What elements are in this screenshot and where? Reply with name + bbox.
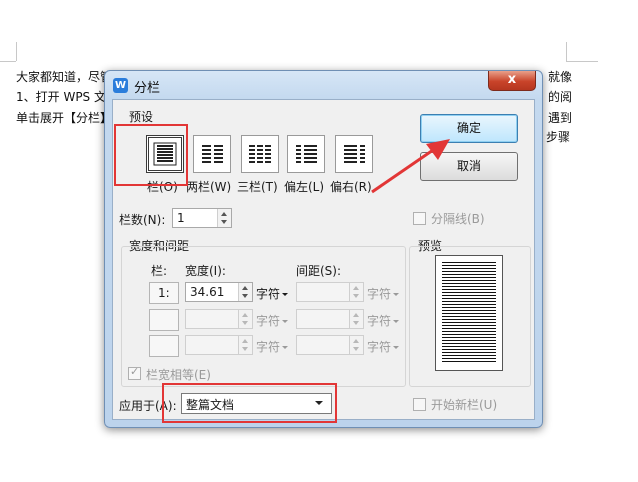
divider-checkbox[interactable] bbox=[413, 212, 426, 225]
width-spin-3[interactable] bbox=[238, 336, 252, 354]
spacing-unit-2: 字符 bbox=[367, 312, 400, 329]
three-columns-icon bbox=[249, 145, 271, 163]
column-number-1: 1: bbox=[149, 282, 179, 304]
columns-count-label: 栏数(N): bbox=[119, 213, 166, 227]
width-spin-2[interactable] bbox=[238, 310, 252, 328]
preset-label-two: 两栏(W) bbox=[186, 180, 232, 194]
doc-right-2: 的阅 bbox=[548, 90, 573, 104]
preset-three-columns[interactable] bbox=[241, 135, 279, 173]
spacing-input-1[interactable] bbox=[296, 282, 364, 302]
width-unit-1[interactable]: 字符 bbox=[256, 285, 289, 302]
column-number-2 bbox=[149, 309, 179, 331]
doc-margin-left bbox=[16, 42, 17, 61]
annotation-box-preset bbox=[114, 124, 188, 186]
width-unit-2: 字符 bbox=[256, 312, 289, 329]
presets-label: 预设 bbox=[129, 110, 154, 124]
preview-page bbox=[435, 255, 503, 371]
width-input-1[interactable]: 34.61 bbox=[185, 282, 253, 302]
col-header: 栏: bbox=[151, 264, 168, 278]
divider-label: 分隔线(B) bbox=[431, 212, 485, 226]
spacing-spin-2[interactable] bbox=[349, 310, 363, 328]
width-input-3[interactable] bbox=[185, 335, 253, 355]
doc-line-2: 1、打开 WPS 文 bbox=[16, 90, 106, 104]
two-columns-icon bbox=[202, 145, 223, 163]
columns-count-value: 1 bbox=[177, 211, 185, 225]
doc-right-1: 就像 bbox=[548, 70, 573, 84]
column-number-3 bbox=[149, 335, 179, 357]
preset-label-three: 三栏(T) bbox=[237, 180, 278, 194]
preset-label-left: 偏左(L) bbox=[284, 180, 325, 194]
width-spin-1[interactable] bbox=[238, 283, 252, 301]
preview-text-lines bbox=[442, 262, 496, 362]
columns-count-spin[interactable] bbox=[217, 209, 231, 227]
dialog-title: 分栏 bbox=[134, 81, 161, 96]
width-header: 宽度(I): bbox=[185, 264, 226, 278]
spacing-spin-3[interactable] bbox=[349, 336, 363, 354]
spacing-header: 间距(S): bbox=[296, 264, 342, 278]
width-unit-3: 字符 bbox=[256, 338, 289, 355]
spacing-spin-1[interactable] bbox=[349, 283, 363, 301]
width-input-2[interactable] bbox=[185, 309, 253, 329]
wps-app-icon: W bbox=[113, 78, 128, 93]
close-button[interactable]: x bbox=[488, 71, 536, 91]
check-mark-icon: ✓ bbox=[130, 365, 140, 378]
annotation-box-apply bbox=[162, 383, 337, 423]
doc-margin-right-h bbox=[566, 61, 598, 62]
spacing-input-3[interactable] bbox=[296, 335, 364, 355]
doc-right-4: 步骤 bbox=[546, 130, 571, 144]
spacing-unit-3: 字符 bbox=[367, 338, 400, 355]
doc-margin-left-h bbox=[0, 61, 16, 62]
annotation-arrow-icon bbox=[371, 139, 450, 194]
left-column-icon bbox=[296, 145, 317, 163]
equal-width-checkbox[interactable]: ✓ bbox=[128, 365, 141, 380]
equal-width-label: 栏宽相等(E) bbox=[146, 368, 211, 382]
doc-margin-right bbox=[566, 42, 567, 61]
doc-right-3: 遇到 bbox=[548, 111, 573, 125]
preset-two-columns[interactable] bbox=[193, 135, 231, 173]
spacing-input-2[interactable] bbox=[296, 309, 364, 329]
doc-line-3: 单击展开【分栏】 bbox=[16, 111, 113, 125]
new-column-label: 开始新栏(U) bbox=[431, 398, 498, 412]
columns-count-stepper[interactable]: 1 bbox=[172, 208, 232, 228]
new-column-checkbox[interactable] bbox=[413, 398, 426, 411]
preset-left[interactable] bbox=[287, 135, 325, 173]
width-value-1: 34.61 bbox=[190, 285, 225, 299]
column-number-1-text: 1: bbox=[158, 286, 170, 300]
spacing-unit-1: 字符 bbox=[367, 285, 400, 302]
